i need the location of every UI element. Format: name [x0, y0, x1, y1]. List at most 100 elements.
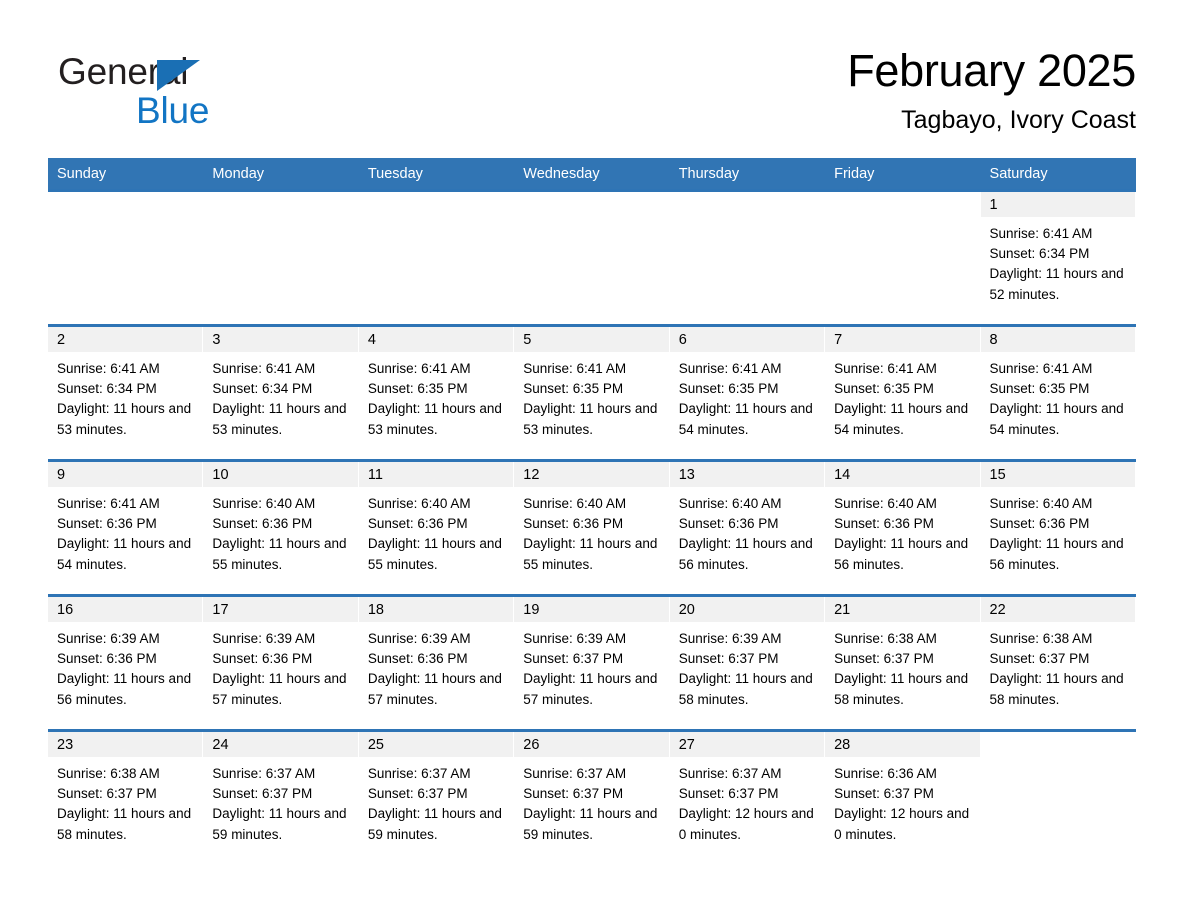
sunrise-text: Sunrise: 6:40 AM [678, 496, 782, 511]
calendar-day-cell[interactable]: 7 Sunrise: 6:41 AM Sunset: 6:35 PM Daylight… [825, 324, 981, 461]
calendar-day-cell[interactable]: 8 Sunrise: 6:41 AM Sunset: 6:35 PM Daylight… [980, 324, 1136, 461]
sunrise-text: Sunrise: 6:41 AM [523, 361, 627, 376]
calendar-day-cell[interactable]: 25 Sunrise: 6:37 AM Sunset: 6:37 PM Dayligh… [358, 729, 515, 866]
calendar-day-cell[interactable]: 24 Sunrise: 6:37 AM Sunset: 6:37 PM Dayligh… [203, 729, 359, 866]
calendar-day-cell[interactable]: 3 Sunrise: 6:41 AM Sunset: 6:34 PM Daylight… [203, 324, 359, 461]
day-cell-inner: 6 Sunrise: 6:41 AM Sunset: 6:35 PM Daylight… [669, 327, 826, 459]
calendar-day-cell[interactable]: 14 Sunrise: 6:40 AM Sunset: 6:36 PM Dayligh… [825, 459, 981, 596]
calendar-cell-empty [358, 189, 515, 326]
sunrise-text: Sunrise: 6:41 AM [834, 361, 937, 376]
day-cell-inner [981, 732, 1136, 864]
calendar-day-cell[interactable]: 9 Sunrise: 6:41 AM Sunset: 6:36 PM Daylight… [48, 459, 204, 596]
day-number: 25 [367, 737, 384, 753]
calendar-day-cell[interactable]: 2 Sunrise: 6:41 AM Sunset: 6:34 PM Daylight… [48, 324, 204, 461]
calendar-day-cell[interactable]: 26 Sunrise: 6:37 AM Sunset: 6:37 PM Dayligh… [514, 729, 670, 866]
calendar-day-cell[interactable]: 4 Sunrise: 6:41 AM Sunset: 6:35 PM Daylight… [358, 324, 515, 461]
day-number-band: 27 [669, 732, 826, 757]
daylight-text: Daylight: 11 hours and 54 minutes. [678, 401, 813, 437]
sunset-text: Sunset: 6:37 PM [523, 786, 624, 802]
day-cell-inner: 26 Sunrise: 6:37 AM Sunset: 6:37 PM Dayligh… [514, 732, 670, 864]
sunset-text: Sunset: 6:36 PM [678, 516, 779, 532]
day-number: 2 [57, 332, 66, 348]
day-number-band: 1 [980, 192, 1136, 217]
sunset-text: Sunset: 6:35 PM [367, 381, 468, 397]
calendar-day-cell[interactable]: 12 Sunrise: 6:40 AM Sunset: 6:36 PM Dayligh… [514, 459, 670, 596]
sunset-text: Sunset: 6:34 PM [57, 381, 157, 397]
sunrise-text: Sunrise: 6:37 AM [523, 766, 627, 781]
day-cell-details: Sunrise: 6:39 AM Sunset: 6:37 PM Daylight:… [514, 622, 669, 710]
general-blue-logo[interactable]: General Blue [58, 50, 318, 142]
day-number-band: 19 [514, 597, 670, 622]
day-cell-inner: 16 Sunrise: 6:39 AM Sunset: 6:36 PM Dayligh… [48, 597, 204, 729]
day-number: 23 [57, 737, 74, 753]
sunrise-text: Sunrise: 6:37 AM [212, 766, 316, 781]
day-number-band: 12 [514, 462, 670, 487]
day-number-band: 6 [669, 327, 826, 352]
day-number-band: 23 [48, 732, 204, 757]
day-number-band: 25 [358, 732, 515, 757]
day-cell-inner: 15 Sunrise: 6:40 AM Sunset: 6:36 PM Dayligh… [980, 462, 1136, 594]
sunset-text: Sunset: 6:35 PM [678, 381, 779, 397]
sunset-text: Sunset: 6:36 PM [57, 651, 157, 667]
weekday-header-monday: Monday [203, 158, 359, 191]
day-cell-details: Sunrise: 6:40 AM Sunset: 6:36 PM Daylight:… [514, 487, 669, 575]
day-number: 20 [678, 602, 695, 618]
calendar-day-cell[interactable]: 15 Sunrise: 6:40 AM Sunset: 6:36 PM Dayligh… [980, 459, 1136, 596]
calendar-cell-empty [48, 189, 204, 326]
calendar-day-cell[interactable]: 16 Sunrise: 6:39 AM Sunset: 6:36 PM Dayligh… [48, 594, 204, 731]
logo-text-blue: Blue [136, 90, 210, 131]
calendar-day-cell[interactable]: 27 Sunrise: 6:37 AM Sunset: 6:37 PM Dayligh… [669, 729, 826, 866]
day-cell-inner: 24 Sunrise: 6:37 AM Sunset: 6:37 PM Dayligh… [203, 732, 359, 864]
sunrise-text: Sunrise: 6:40 AM [523, 496, 627, 511]
calendar-day-cell[interactable]: 23 Sunrise: 6:38 AM Sunset: 6:37 PM Dayligh… [48, 729, 204, 866]
calendar-week-row: 16 Sunrise: 6:39 AM Sunset: 6:36 PM Dayligh… [48, 594, 1136, 731]
day-cell-inner: 18 Sunrise: 6:39 AM Sunset: 6:36 PM Dayligh… [358, 597, 515, 729]
calendar-day-cell[interactable]: 19 Sunrise: 6:39 AM Sunset: 6:37 PM Dayligh… [514, 594, 670, 731]
calendar-day-cell[interactable]: 20 Sunrise: 6:39 AM Sunset: 6:37 PM Dayligh… [669, 594, 826, 731]
sunrise-text: Sunrise: 6:41 AM [989, 226, 1093, 241]
calendar-day-cell[interactable]: 28 Sunrise: 6:36 AM Sunset: 6:37 PM Dayligh… [825, 729, 981, 866]
day-cell-inner: 5 Sunrise: 6:41 AM Sunset: 6:35 PM Daylight… [514, 327, 670, 459]
day-number-band [981, 732, 1136, 757]
day-number-band: 21 [825, 597, 981, 622]
daylight-text: Daylight: 11 hours and 53 minutes. [367, 401, 502, 437]
sunset-text: Sunset: 6:37 PM [989, 651, 1090, 667]
calendar-day-cell[interactable]: 18 Sunrise: 6:39 AM Sunset: 6:36 PM Dayligh… [358, 594, 515, 731]
sunrise-text: Sunrise: 6:40 AM [212, 496, 316, 511]
day-number-band: 9 [48, 462, 204, 487]
day-number: 10 [212, 467, 229, 483]
day-cell-details: Sunrise: 6:37 AM Sunset: 6:37 PM Daylight:… [203, 757, 358, 845]
day-number-band: 17 [203, 597, 359, 622]
sunrise-text: Sunrise: 6:41 AM [678, 361, 782, 376]
day-number: 21 [834, 602, 851, 618]
day-number: 3 [212, 332, 221, 348]
day-number-band: 8 [980, 327, 1136, 352]
daylight-text: Daylight: 12 hours and 0 minutes. [834, 806, 970, 842]
calendar-day-cell[interactable]: 21 Sunrise: 6:38 AM Sunset: 6:37 PM Dayligh… [825, 594, 981, 731]
day-cell-inner: 1 Sunrise: 6:41 AM Sunset: 6:34 PM Daylight… [980, 192, 1136, 324]
day-number-band [670, 192, 825, 217]
calendar-day-cell[interactable]: 11 Sunrise: 6:40 AM Sunset: 6:36 PM Dayligh… [358, 459, 515, 596]
calendar-day-cell[interactable]: 6 Sunrise: 6:41 AM Sunset: 6:35 PM Daylight… [669, 324, 826, 461]
day-number-band [203, 192, 358, 217]
calendar-day-cell[interactable]: 13 Sunrise: 6:40 AM Sunset: 6:36 PM Dayligh… [669, 459, 826, 596]
day-number-band [514, 192, 669, 217]
sunset-text: Sunset: 6:34 PM [212, 381, 313, 397]
calendar-day-cell[interactable]: 10 Sunrise: 6:40 AM Sunset: 6:36 PM Dayligh… [203, 459, 359, 596]
calendar-week-row: 1 Sunrise: 6:41 AM Sunset: 6:34 PM Daylight… [48, 189, 1136, 326]
sunset-text: Sunset: 6:37 PM [367, 786, 468, 802]
daylight-text: Daylight: 11 hours and 56 minutes. [989, 536, 1124, 572]
sunrise-text: Sunrise: 6:39 AM [678, 631, 782, 646]
page-title: February 2025 [847, 45, 1136, 96]
day-cell-inner: 7 Sunrise: 6:41 AM Sunset: 6:35 PM Daylight… [825, 327, 981, 459]
day-number: 6 [678, 332, 687, 348]
day-cell-details: Sunrise: 6:40 AM Sunset: 6:36 PM Daylight:… [825, 487, 980, 575]
sunrise-text: Sunrise: 6:38 AM [989, 631, 1093, 646]
day-cell-inner: 3 Sunrise: 6:41 AM Sunset: 6:34 PM Daylight… [203, 327, 359, 459]
calendar-day-cell[interactable]: 17 Sunrise: 6:39 AM Sunset: 6:36 PM Dayligh… [203, 594, 359, 731]
day-number-band: 5 [514, 327, 670, 352]
calendar-day-cell[interactable]: 1 Sunrise: 6:41 AM Sunset: 6:34 PM Daylight… [980, 189, 1136, 326]
day-cell-inner: 17 Sunrise: 6:39 AM Sunset: 6:36 PM Dayligh… [203, 597, 359, 729]
calendar-day-cell[interactable]: 22 Sunrise: 6:38 AM Sunset: 6:37 PM Dayligh… [980, 594, 1136, 731]
calendar-day-cell[interactable]: 5 Sunrise: 6:41 AM Sunset: 6:35 PM Daylight… [514, 324, 670, 461]
